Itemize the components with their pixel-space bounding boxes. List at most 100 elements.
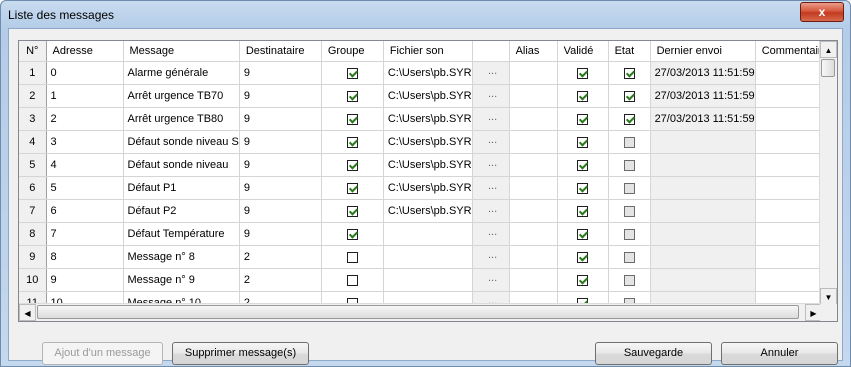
validated-cell[interactable] (557, 176, 609, 200)
message-cell[interactable]: Défaut Température (123, 222, 240, 246)
message-cell[interactable]: Arrêt urgence TB80 (123, 107, 240, 131)
group-checkbox[interactable] (346, 274, 358, 286)
browse-button[interactable]: ... (477, 64, 509, 82)
column-header-2[interactable]: Message (123, 41, 240, 62)
validated-checkbox[interactable] (577, 90, 589, 102)
validated-checkbox[interactable] (577, 182, 589, 194)
sound-file-cell[interactable]: C:\Users\pb.SYR (383, 61, 473, 85)
group-cell[interactable] (321, 222, 384, 246)
sound-file-cell[interactable]: C:\Users\pb.SYR (383, 176, 473, 200)
address-cell[interactable]: 5 (46, 176, 124, 200)
browse-button[interactable]: ... (477, 110, 509, 128)
column-header-1[interactable]: Adresse (46, 41, 124, 62)
recipient-cell[interactable]: 9 (239, 61, 322, 85)
sound-file-cell[interactable] (383, 268, 473, 292)
message-cell[interactable]: Défaut sonde niveau S (123, 130, 240, 154)
scroll-down-icon[interactable]: ▼ (820, 288, 837, 305)
address-cell[interactable]: 6 (46, 199, 124, 223)
group-checkbox[interactable] (346, 159, 358, 171)
state-cell[interactable] (608, 61, 651, 85)
column-header-8[interactable]: Validé (557, 41, 609, 62)
browse-button[interactable]: ... (477, 225, 509, 243)
validated-checkbox[interactable] (577, 251, 589, 263)
state-checkbox[interactable] (623, 90, 635, 102)
browse-button[interactable]: ... (477, 202, 509, 220)
save-button[interactable]: Sauvegarde (595, 342, 712, 365)
browse-button[interactable]: ... (477, 156, 509, 174)
browse-button[interactable]: ... (477, 133, 509, 151)
address-cell[interactable]: 2 (46, 107, 124, 131)
state-cell[interactable] (608, 107, 651, 131)
group-checkbox[interactable] (346, 67, 358, 79)
sound-file-cell[interactable]: C:\Users\pb.SYR (383, 130, 473, 154)
validated-cell[interactable] (557, 222, 609, 246)
state-checkbox[interactable] (623, 205, 635, 217)
group-checkbox[interactable] (346, 90, 358, 102)
add-message-button[interactable]: Ajout d'un message (42, 342, 163, 365)
recipient-cell[interactable]: 2 (239, 245, 322, 269)
group-cell[interactable] (321, 176, 384, 200)
state-cell[interactable] (608, 245, 651, 269)
alias-cell[interactable] (509, 61, 558, 85)
state-checkbox[interactable] (623, 251, 635, 263)
message-cell[interactable]: Défaut P1 (123, 176, 240, 200)
validated-cell[interactable] (557, 84, 609, 108)
group-cell[interactable] (321, 268, 384, 292)
state-cell[interactable] (608, 268, 651, 292)
column-header-10[interactable]: Dernier envoi (650, 41, 756, 62)
sound-file-cell[interactable]: C:\Users\pb.SYR (383, 107, 473, 131)
alias-cell[interactable] (509, 107, 558, 131)
message-cell[interactable]: Défaut sonde niveau (123, 153, 240, 177)
validated-checkbox[interactable] (577, 228, 589, 240)
browse-button[interactable]: ... (477, 248, 509, 266)
address-cell[interactable]: 7 (46, 222, 124, 246)
scroll-up-icon[interactable]: ▲ (820, 41, 837, 58)
column-header-4[interactable]: Groupe (321, 41, 384, 62)
address-cell[interactable]: 8 (46, 245, 124, 269)
column-header-9[interactable]: Etat (608, 41, 651, 62)
table-row[interactable]: 2 1 Arrêt urgence TB70 9 C:\Users\pb.SYR... 2… (19, 84, 836, 108)
message-cell[interactable]: Défaut P2 (123, 199, 240, 223)
sound-file-cell[interactable] (383, 222, 473, 246)
vertical-scroll-thumb[interactable] (821, 59, 835, 77)
state-checkbox[interactable] (623, 182, 635, 194)
state-checkbox[interactable] (623, 228, 635, 240)
validated-cell[interactable] (557, 199, 609, 223)
table-row[interactable]: 6 5 Défaut P1 9 C:\Users\pb.SYR... (19, 176, 836, 200)
state-cell[interactable] (608, 84, 651, 108)
recipient-cell[interactable]: 9 (239, 84, 322, 108)
sound-file-cell[interactable]: C:\Users\pb.SYR (383, 199, 473, 223)
alias-cell[interactable] (509, 130, 558, 154)
sound-file-cell[interactable]: C:\Users\pb.SYR (383, 153, 473, 177)
validated-cell[interactable] (557, 130, 609, 154)
recipient-cell[interactable]: 2 (239, 268, 322, 292)
state-cell[interactable] (608, 153, 651, 177)
delete-messages-button[interactable]: Supprimer message(s) (172, 342, 309, 365)
group-cell[interactable] (321, 84, 384, 108)
message-cell[interactable]: Message n° 8 (123, 245, 240, 269)
alias-cell[interactable] (509, 153, 558, 177)
state-cell[interactable] (608, 222, 651, 246)
group-cell[interactable] (321, 130, 384, 154)
recipient-cell[interactable]: 9 (239, 199, 322, 223)
message-cell[interactable]: Arrêt urgence TB70 (123, 84, 240, 108)
message-cell[interactable]: Alarme générale (123, 61, 240, 85)
table-row[interactable]: 4 3 Défaut sonde niveau S 9 C:\Users\pb.SYR.… (19, 130, 836, 154)
table-row[interactable]: 7 6 Défaut P2 9 C:\Users\pb.SYR... (19, 199, 836, 223)
column-header-5[interactable]: Fichier son (383, 41, 473, 62)
close-button[interactable]: x (800, 2, 844, 22)
alias-cell[interactable] (509, 245, 558, 269)
group-checkbox[interactable] (346, 136, 358, 148)
address-cell[interactable]: 9 (46, 268, 124, 292)
horizontal-scroll-thumb[interactable] (37, 305, 799, 319)
column-header-0[interactable]: N° (19, 41, 47, 62)
table-row[interactable]: 8 7 Défaut Température 9... (19, 222, 836, 246)
table-row[interactable]: 1 0 Alarme générale 9 C:\Users\pb.SYR... 27/0… (19, 61, 836, 85)
browse-button[interactable]: ... (477, 271, 509, 289)
browse-button[interactable]: ... (477, 87, 509, 105)
validated-cell[interactable] (557, 245, 609, 269)
state-cell[interactable] (608, 176, 651, 200)
group-cell[interactable] (321, 153, 384, 177)
group-checkbox[interactable] (346, 205, 358, 217)
group-checkbox[interactable] (346, 113, 358, 125)
